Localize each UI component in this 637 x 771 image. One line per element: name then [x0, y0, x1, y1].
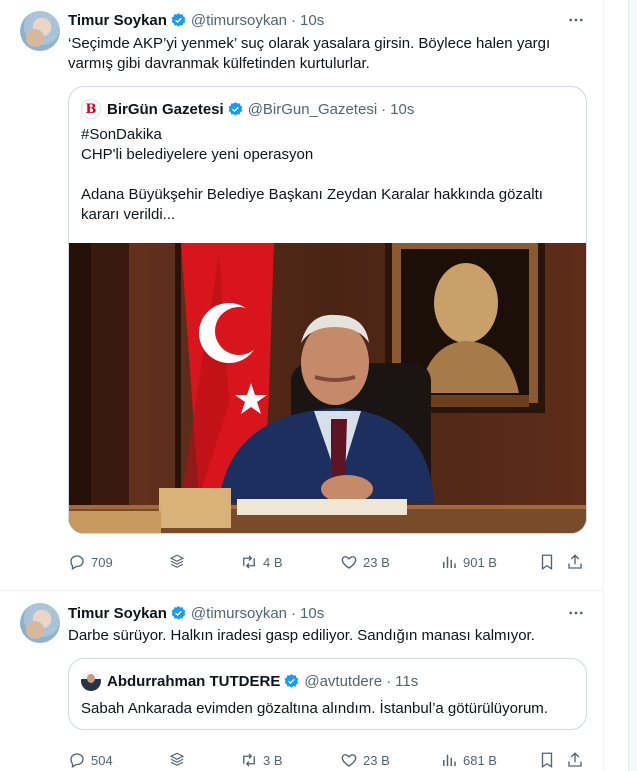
tweet-actions: 709 4 B 23 B 901 B — [68, 552, 588, 572]
grok-button[interactable] — [168, 552, 191, 572]
avatar[interactable] — [20, 11, 60, 51]
more-dots-icon[interactable] — [566, 10, 586, 30]
author-name[interactable]: Timur Soykan — [68, 605, 167, 622]
quote-text: Sabah Ankarada evimden gözaltına alındım… — [81, 700, 548, 717]
grok-icon — [169, 554, 185, 568]
retweet-count: 4 B — [263, 554, 283, 570]
more-dots-icon[interactable] — [566, 603, 586, 623]
reply-count: 709 — [91, 554, 113, 570]
news-photo[interactable] — [69, 243, 586, 533]
timestamp[interactable]: 10s — [300, 605, 324, 622]
bookmark-button[interactable] — [538, 750, 561, 770]
reply-count: 504 — [91, 752, 113, 768]
view-count: 681 B — [463, 752, 497, 768]
grok-icon — [169, 752, 185, 766]
views-button[interactable]: 681 B — [440, 750, 497, 770]
tweet-header: Timur Soykan @timursoykan · 10s — [68, 603, 324, 623]
verified-badge-icon — [171, 605, 186, 620]
tweet-text: ‘Seçimde AKP’yi yenmek’ suç olarak yasal… — [68, 35, 551, 72]
like-icon — [341, 754, 357, 767]
tweet[interactable]: Timur Soykan @timursoykan · 10s ‘Seçimde… — [0, 0, 603, 591]
birgun-logo-avatar: B — [81, 99, 101, 119]
bookmark-icon — [541, 554, 553, 571]
quote-timestamp: 11s — [395, 672, 419, 690]
quote-line: Adana Büyükşehir Belediye Başkanı Zeydan… — [81, 186, 543, 223]
quote-line: CHP'li belediyelere yeni operasyon — [81, 146, 314, 163]
verified-badge-icon — [284, 673, 299, 688]
quote-author-handle: @avtutdere — [304, 672, 383, 690]
bookmark-icon — [541, 752, 553, 769]
retweet-button[interactable]: 3 B — [240, 750, 283, 770]
like-button[interactable]: 23 B — [340, 750, 390, 770]
reply-button[interactable]: 504 — [68, 750, 113, 770]
separator-dot: · — [291, 604, 297, 622]
retweet-button[interactable]: 4 B — [240, 552, 283, 572]
quote-header: Abdurrahman TUTDERE @avtutdere · 11s — [81, 671, 418, 691]
quoted-tweet[interactable]: B BirGün Gazetesi @BirGun_Gazetesi · 10s… — [68, 86, 587, 534]
verified-badge-icon — [171, 12, 186, 27]
retweet-icon — [243, 555, 255, 569]
quoted-tweet[interactable]: Abdurrahman TUTDERE @avtutdere · 11s Sab… — [68, 658, 587, 730]
tweet-text: Darbe sürüyor. Halkın iradesi gasp edili… — [68, 627, 535, 644]
quote-text: #SonDakika CHP'li belediyelere yeni oper… — [81, 125, 571, 225]
avatar — [81, 671, 101, 691]
avatar[interactable] — [20, 603, 60, 643]
reply-button[interactable]: 709 — [68, 552, 113, 572]
view-count: 901 B — [463, 554, 497, 570]
quote-author-name: Abdurrahman TUTDERE — [107, 672, 281, 690]
share-button[interactable] — [566, 552, 589, 572]
quote-author-handle: @BirGun_Gazetesi — [247, 100, 378, 118]
quote-header: B BirGün Gazetesi @BirGun_Gazetesi · 10s — [81, 99, 414, 119]
reply-icon — [70, 555, 84, 570]
grok-button[interactable] — [168, 750, 191, 770]
reply-icon — [70, 753, 84, 768]
like-count: 23 B — [363, 752, 390, 768]
retweet-count: 3 B — [263, 752, 283, 768]
retweet-icon — [243, 753, 255, 767]
author-handle[interactable]: @timursoykan — [191, 12, 287, 29]
photo-illustration — [69, 243, 586, 533]
quote-line-blank — [81, 165, 571, 185]
author-handle[interactable]: @timursoykan — [191, 605, 287, 622]
tweet-actions: 504 3 B 23 B 681 B — [68, 750, 588, 770]
views-icon — [443, 556, 456, 568]
separator-dot: · — [291, 11, 297, 29]
share-icon — [568, 752, 582, 767]
like-icon — [341, 556, 357, 569]
quote-author-name: BirGün Gazetesi — [107, 100, 224, 118]
share-button[interactable] — [566, 750, 589, 770]
tweet[interactable]: Timur Soykan @timursoykan · 10s Darbe sü… — [0, 591, 603, 771]
share-icon — [568, 554, 582, 569]
like-count: 23 B — [363, 554, 390, 570]
separator-dot: · — [381, 100, 387, 118]
views-icon — [443, 754, 456, 766]
quote-line[interactable]: #SonDakika — [81, 125, 571, 145]
author-name[interactable]: Timur Soykan — [68, 12, 167, 29]
separator-dot: · — [386, 672, 392, 690]
sidebar-edge — [628, 0, 637, 771]
timestamp[interactable]: 10s — [300, 12, 324, 29]
quote-timestamp: 10s — [390, 100, 415, 118]
timeline: Timur Soykan @timursoykan · 10s ‘Seçimde… — [0, 0, 604, 771]
tweet-header: Timur Soykan @timursoykan · 10s — [68, 10, 324, 30]
views-button[interactable]: 901 B — [440, 552, 497, 572]
like-button[interactable]: 23 B — [340, 552, 390, 572]
verified-badge-icon — [228, 101, 243, 116]
bookmark-button[interactable] — [538, 552, 561, 572]
